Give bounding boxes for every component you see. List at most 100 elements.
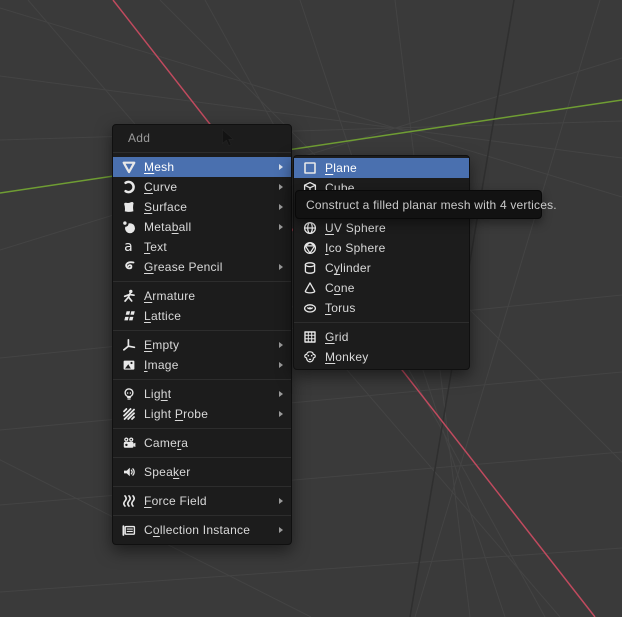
menu-item-text[interactable]: a Text: [113, 237, 291, 257]
menu-item-label: Lattice: [144, 309, 182, 323]
collection-instance-icon: [120, 522, 137, 538]
menu-item-mesh[interactable]: Mesh: [113, 157, 291, 177]
submenu-item-cone[interactable]: Cone: [294, 278, 469, 298]
submenu-arrow-icon: [279, 342, 283, 348]
menu-item-label: Camera: [144, 436, 189, 450]
light-icon: [120, 386, 137, 402]
menu-item-label: UV Sphere: [325, 221, 386, 235]
image-icon: [120, 357, 137, 373]
viewport: Add Mesh Curve Surface Metaball a Text Grease …: [0, 0, 622, 617]
empty-icon: [120, 337, 137, 353]
curve-icon: [120, 179, 137, 195]
menu-item-collection-instance[interactable]: Collection Instance: [113, 520, 291, 540]
grid-icon: [301, 329, 318, 345]
submenu-item-torus[interactable]: Torus: [294, 298, 469, 318]
menu-item-empty[interactable]: Empty: [113, 335, 291, 355]
menu-item-light[interactable]: Light: [113, 384, 291, 404]
submenu-item-grid[interactable]: Grid: [294, 327, 469, 347]
menu-item-label: Cone: [325, 281, 355, 295]
add-menu-items: Mesh Curve Surface Metaball a Text Grease Penc…: [113, 157, 291, 540]
lattice-icon: [120, 308, 137, 324]
submenu-arrow-icon: [279, 362, 283, 368]
submenu-item-ico-sphere[interactable]: Ico Sphere: [294, 238, 469, 258]
menu-item-label: Force Field: [144, 494, 207, 508]
submenu-item-cylinder[interactable]: Cylinder: [294, 258, 469, 278]
menu-item-label: Light Probe: [144, 407, 209, 421]
menu-item-label: Monkey: [325, 350, 369, 364]
submenu-item-uv-sphere[interactable]: UV Sphere: [294, 218, 469, 238]
submenu-item-monkey[interactable]: Monkey: [294, 347, 469, 367]
menu-separator: [113, 457, 291, 458]
speaker-icon: [120, 464, 137, 480]
mesh-submenu: Plane Cube UV Sphere Ico Sphere Cylinder Cone…: [293, 155, 470, 370]
grease-pencil-icon: [120, 259, 137, 275]
menu-item-label: Ico Sphere: [325, 241, 386, 255]
menu-item-grease-pencil[interactable]: Grease Pencil: [113, 257, 291, 277]
menu-item-speaker[interactable]: Speaker: [113, 462, 291, 482]
cone-icon: [301, 280, 318, 296]
menu-item-label: Grid: [325, 330, 349, 344]
mouse-cursor: [222, 129, 234, 146]
menu-separator: [113, 330, 291, 331]
menu-item-curve[interactable]: Curve: [113, 177, 291, 197]
menu-item-label: Light: [144, 387, 172, 401]
submenu-arrow-icon: [279, 527, 283, 533]
menu-item-label: Mesh: [144, 160, 175, 174]
surface-icon: [120, 199, 137, 215]
menu-item-metaball[interactable]: Metaball: [113, 217, 291, 237]
submenu-arrow-icon: [279, 498, 283, 504]
menu-item-surface[interactable]: Surface: [113, 197, 291, 217]
menu-separator: [113, 379, 291, 380]
submenu-arrow-icon: [279, 411, 283, 417]
menu-item-label: Plane: [325, 161, 357, 175]
menu-separator: [113, 428, 291, 429]
armature-icon: [120, 288, 137, 304]
menu-item-label: Empty: [144, 338, 180, 352]
menu-item-camera[interactable]: Camera: [113, 433, 291, 453]
menu-item-label: Surface: [144, 200, 188, 214]
submenu-arrow-icon: [279, 224, 283, 230]
submenu-arrow-icon: [279, 184, 283, 190]
submenu-arrow-icon: [279, 164, 283, 170]
menu-item-label: Collection Instance: [144, 523, 251, 537]
light-probe-icon: [120, 406, 137, 422]
menu-item-label: Curve: [144, 180, 178, 194]
submenu-item-plane[interactable]: Plane: [294, 158, 469, 178]
menu-item-label: Image: [144, 358, 179, 372]
monkey-icon: [301, 349, 318, 365]
menu-title-separator: [113, 152, 291, 153]
torus-icon: [301, 300, 318, 316]
menu-item-force-field[interactable]: Force Field: [113, 491, 291, 511]
uv-sphere-icon: [301, 220, 318, 236]
menu-item-lattice[interactable]: Lattice: [113, 306, 291, 326]
tooltip-text: Construct a filled planar mesh with 4 ve…: [306, 197, 557, 212]
submenu-arrow-icon: [279, 391, 283, 397]
menu-item-light-probe[interactable]: Light Probe: [113, 404, 291, 424]
menu-separator: [113, 486, 291, 487]
menu-item-label: Grease Pencil: [144, 260, 223, 274]
submenu-arrow-icon: [279, 264, 283, 270]
menu-separator: [113, 281, 291, 282]
menu-item-label: Speaker: [144, 465, 191, 479]
plane-icon: [301, 160, 318, 176]
add-menu: Add Mesh Curve Surface Metaball a Text Grease …: [112, 124, 292, 545]
mesh-icon: [120, 159, 137, 175]
menu-item-label: Armature: [144, 289, 196, 303]
tooltip: Construct a filled planar mesh with 4 ve…: [295, 190, 557, 219]
menu-item-image[interactable]: Image: [113, 355, 291, 375]
ico-sphere-icon: [301, 240, 318, 256]
camera-icon: [120, 435, 137, 451]
menu-item-label: Cylinder: [325, 261, 372, 275]
force-field-icon: [120, 493, 137, 509]
menu-title: Add: [128, 131, 151, 145]
metaball-icon: [120, 219, 137, 235]
menu-item-label: Metaball: [144, 220, 192, 234]
text-icon: a: [124, 239, 133, 255]
submenu-arrow-icon: [279, 204, 283, 210]
menu-item-label: Torus: [325, 301, 356, 315]
cylinder-icon: [301, 260, 318, 276]
menu-item-armature[interactable]: Armature: [113, 286, 291, 306]
menu-separator: [113, 515, 291, 516]
menu-separator: [294, 322, 469, 323]
menu-item-label: Text: [144, 240, 168, 254]
